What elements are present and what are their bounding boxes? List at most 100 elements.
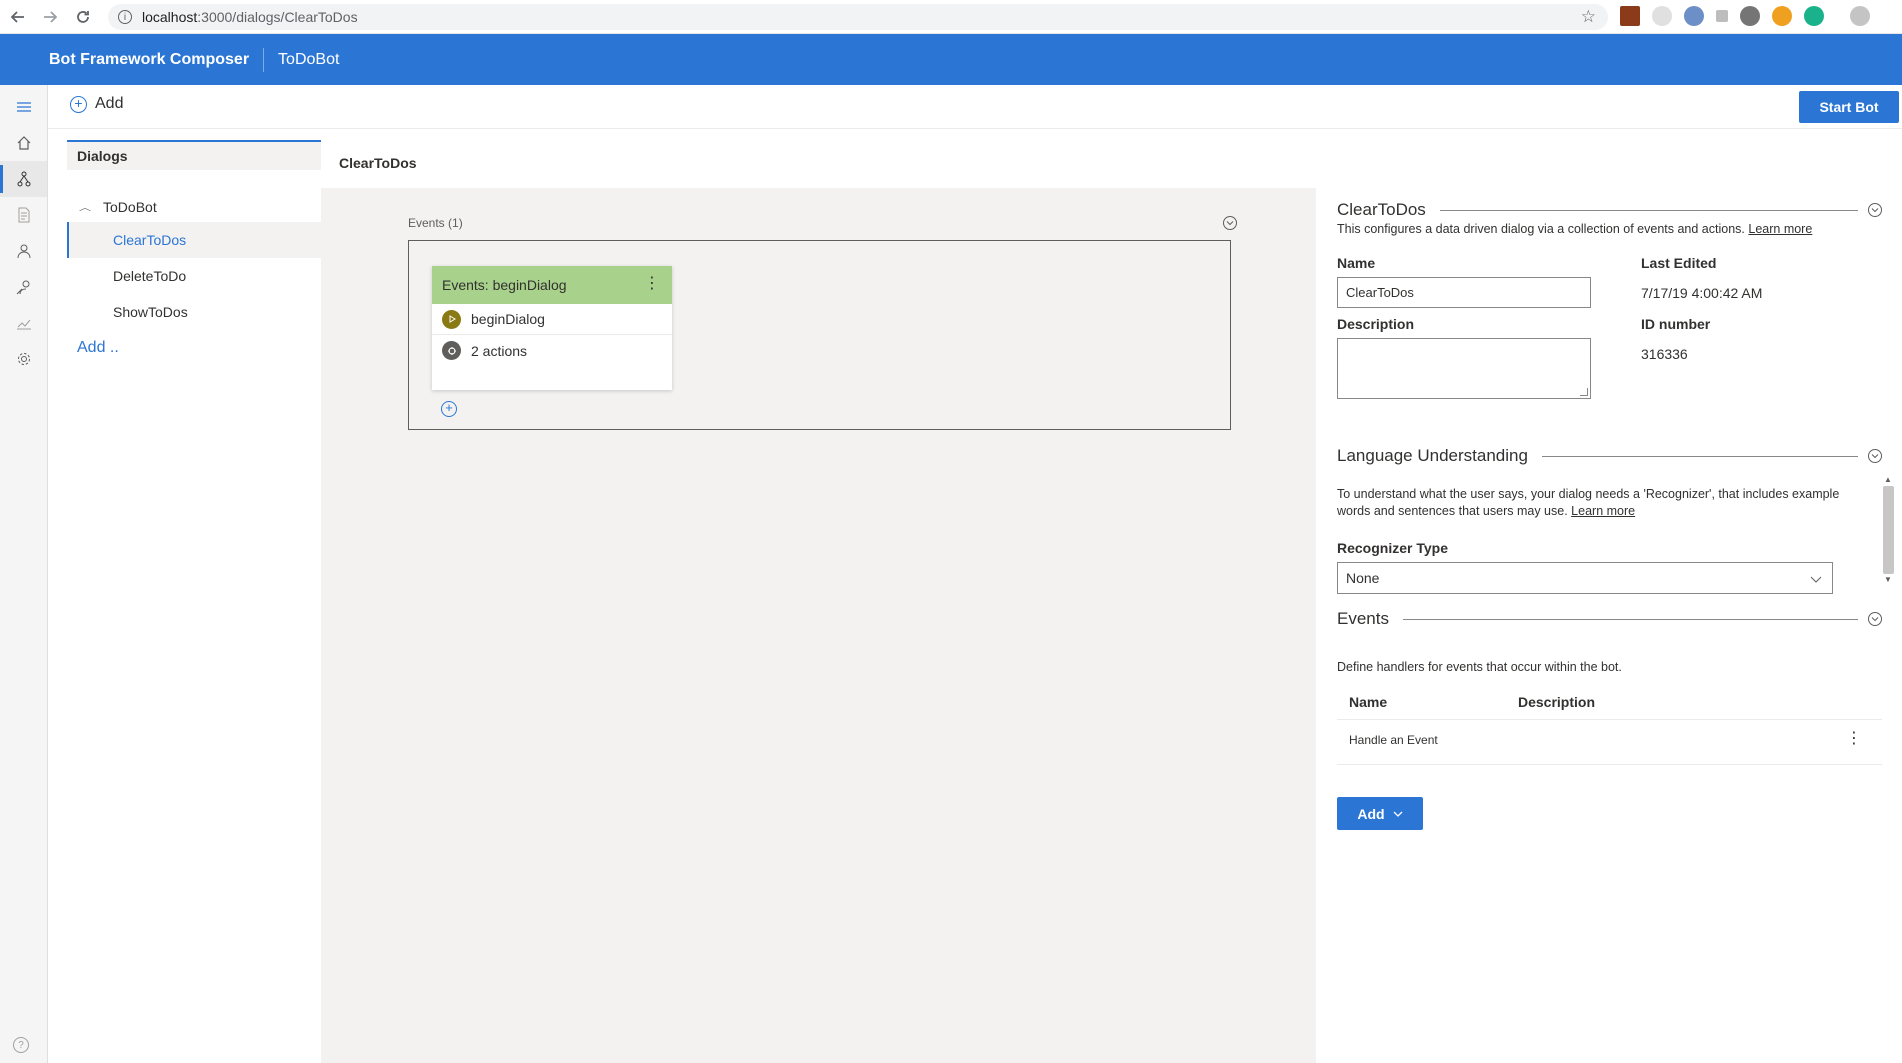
learn-more-link[interactable]: Learn more bbox=[1571, 504, 1635, 518]
toolbar-add-button[interactable]: + Add bbox=[70, 95, 123, 113]
more-options-icon[interactable]: ⋮ bbox=[644, 276, 660, 292]
app-header: Bot Framework Composer ToDoBot bbox=[0, 34, 1902, 85]
name-label: Name bbox=[1337, 255, 1376, 271]
column-header-name[interactable]: Name bbox=[1349, 694, 1387, 710]
left-nav-rail: ? bbox=[0, 85, 48, 1063]
more-options-icon[interactable]: ⋮ bbox=[1846, 731, 1862, 747]
events-table-header: Name Description bbox=[1337, 684, 1882, 720]
language-section-header: Language Understanding bbox=[1337, 446, 1882, 466]
language-section-title: Language Understanding bbox=[1337, 446, 1528, 465]
toolbar: + Add Start Bot bbox=[48, 85, 1902, 129]
extension-icon[interactable] bbox=[1684, 6, 1704, 26]
event-row-label: 2 actions bbox=[471, 342, 528, 359]
extension-icon[interactable] bbox=[1652, 6, 1672, 26]
event-card-row[interactable]: beginDialog bbox=[432, 304, 672, 335]
dialog-description-text: This configures a data driven dialog via… bbox=[1337, 222, 1745, 236]
address-bar[interactable]: i localhost:3000/dialogs/ClearToDos ☆ bbox=[108, 4, 1608, 30]
flow-icon[interactable] bbox=[0, 161, 47, 197]
id-number-label: ID number bbox=[1641, 316, 1711, 332]
table-row[interactable]: Handle an Event ⋮ bbox=[1337, 721, 1882, 765]
dialogs-header: Dialogs bbox=[67, 140, 321, 170]
page-title: ClearToDos bbox=[339, 155, 417, 171]
extension-icon[interactable] bbox=[1772, 6, 1792, 26]
document-icon[interactable] bbox=[0, 197, 47, 233]
event-row-label: beginDialog bbox=[471, 311, 545, 327]
collapse-icon[interactable] bbox=[1868, 203, 1882, 217]
home-icon[interactable] bbox=[0, 125, 47, 161]
events-section-title: Events bbox=[1337, 609, 1389, 628]
hamburger-icon[interactable] bbox=[0, 89, 47, 125]
add-event-button[interactable]: Add bbox=[1337, 797, 1423, 830]
collapse-icon[interactable] bbox=[1868, 449, 1882, 463]
start-bot-button[interactable]: Start Bot bbox=[1799, 91, 1899, 123]
reload-icon[interactable] bbox=[68, 2, 98, 32]
event-handler-name: Handle an Event bbox=[1349, 733, 1438, 747]
event-card[interactable]: Events: beginDialog ⋮ beginDialog 2 acti… bbox=[432, 266, 672, 390]
bot-name: ToDoBot bbox=[278, 50, 340, 68]
add-dialog-link[interactable]: Add .. bbox=[67, 330, 321, 366]
scroll-thumb[interactable] bbox=[1883, 486, 1894, 574]
section-divider bbox=[1402, 618, 1858, 620]
browser-toolbar: i localhost:3000/dialogs/ClearToDos ☆ bbox=[0, 0, 1902, 34]
id-number-value: 316336 bbox=[1641, 346, 1688, 362]
add-circle-icon: + bbox=[70, 95, 87, 113]
add-node-icon[interactable]: + bbox=[441, 401, 457, 417]
gear-icon[interactable] bbox=[0, 341, 47, 377]
event-card-row[interactable]: 2 actions bbox=[432, 335, 672, 366]
forward-icon[interactable] bbox=[35, 2, 65, 32]
dialog-item-cleartodos[interactable]: ClearToDos bbox=[67, 222, 321, 258]
description-field[interactable] bbox=[1337, 338, 1591, 399]
events-count-label: Events (1) bbox=[408, 216, 463, 230]
back-icon[interactable] bbox=[3, 2, 33, 32]
last-edited-label: Last Edited bbox=[1641, 255, 1717, 271]
name-field[interactable]: ClearToDos bbox=[1337, 277, 1591, 308]
chevron-up-icon[interactable]: ︿ bbox=[79, 201, 91, 213]
dialog-section-header: ClearToDos bbox=[1337, 200, 1882, 220]
scroll-down-icon[interactable]: ▼ bbox=[1881, 574, 1895, 586]
app-title: Bot Framework Composer bbox=[49, 50, 250, 68]
dialogs-panel: Dialogs ︿ ToDoBot ClearToDos DeleteToDo … bbox=[67, 140, 321, 1063]
recognizer-type-label: Recognizer Type bbox=[1337, 540, 1448, 556]
chart-icon[interactable] bbox=[0, 305, 47, 341]
dialog-section-title: ClearToDos bbox=[1337, 200, 1426, 219]
dialog-item-deletetodo[interactable]: DeleteToDo bbox=[67, 258, 321, 294]
property-panel: ClearToDos This configures a data driven… bbox=[1316, 188, 1902, 1063]
event-card-header[interactable]: Events: beginDialog ⋮ bbox=[432, 266, 672, 304]
extension-icon[interactable] bbox=[1716, 10, 1728, 22]
bot-icon[interactable] bbox=[0, 233, 47, 269]
actions-icon bbox=[442, 341, 461, 360]
dialog-description: This configures a data driven dialog via… bbox=[1337, 221, 1812, 238]
visual-editor-canvas: Events (1) Events: beginDialog ⋮ beginDi… bbox=[321, 188, 1316, 1063]
tree-root-todobot[interactable]: ︿ ToDoBot bbox=[67, 192, 321, 222]
language-description: To understand what the user says, your d… bbox=[1337, 486, 1867, 520]
extension-icon[interactable] bbox=[1804, 6, 1824, 26]
help-icon[interactable]: ? bbox=[13, 1037, 29, 1053]
scroll-up-icon[interactable]: ▲ bbox=[1881, 474, 1895, 486]
extension-icon[interactable] bbox=[1740, 6, 1760, 26]
section-divider bbox=[1541, 455, 1858, 457]
collapse-icon[interactable] bbox=[1868, 612, 1882, 626]
toolbar-add-label: Add bbox=[95, 95, 124, 112]
site-info-icon[interactable]: i bbox=[118, 10, 132, 24]
events-description: Define handlers for events that occur wi… bbox=[1337, 660, 1622, 674]
tree-root-label: ToDoBot bbox=[103, 199, 157, 215]
dialog-item-showtodos[interactable]: ShowToDos bbox=[67, 294, 321, 330]
event-card-title: Events: beginDialog bbox=[442, 277, 567, 293]
panel-scrollbar[interactable]: ▲ ▼ bbox=[1881, 474, 1895, 594]
play-icon bbox=[442, 309, 461, 329]
extension-icons bbox=[1620, 6, 1870, 26]
header-divider bbox=[263, 47, 265, 72]
recognizer-type-value: None bbox=[1346, 570, 1380, 586]
chevron-down-icon bbox=[1810, 576, 1822, 583]
column-header-description[interactable]: Description bbox=[1518, 694, 1595, 710]
bookmark-star-icon[interactable]: ☆ bbox=[1581, 7, 1596, 27]
url-host: localhost bbox=[142, 9, 198, 25]
profile-avatar-icon[interactable] bbox=[1850, 6, 1870, 26]
resize-grip-icon[interactable] bbox=[1580, 388, 1588, 396]
recognizer-type-select[interactable]: None bbox=[1337, 562, 1833, 594]
extension-icon[interactable] bbox=[1620, 6, 1640, 26]
description-label: Description bbox=[1337, 316, 1415, 332]
collapse-icon[interactable] bbox=[1223, 216, 1237, 230]
users-icon[interactable] bbox=[0, 269, 47, 305]
learn-more-link[interactable]: Learn more bbox=[1748, 222, 1812, 236]
